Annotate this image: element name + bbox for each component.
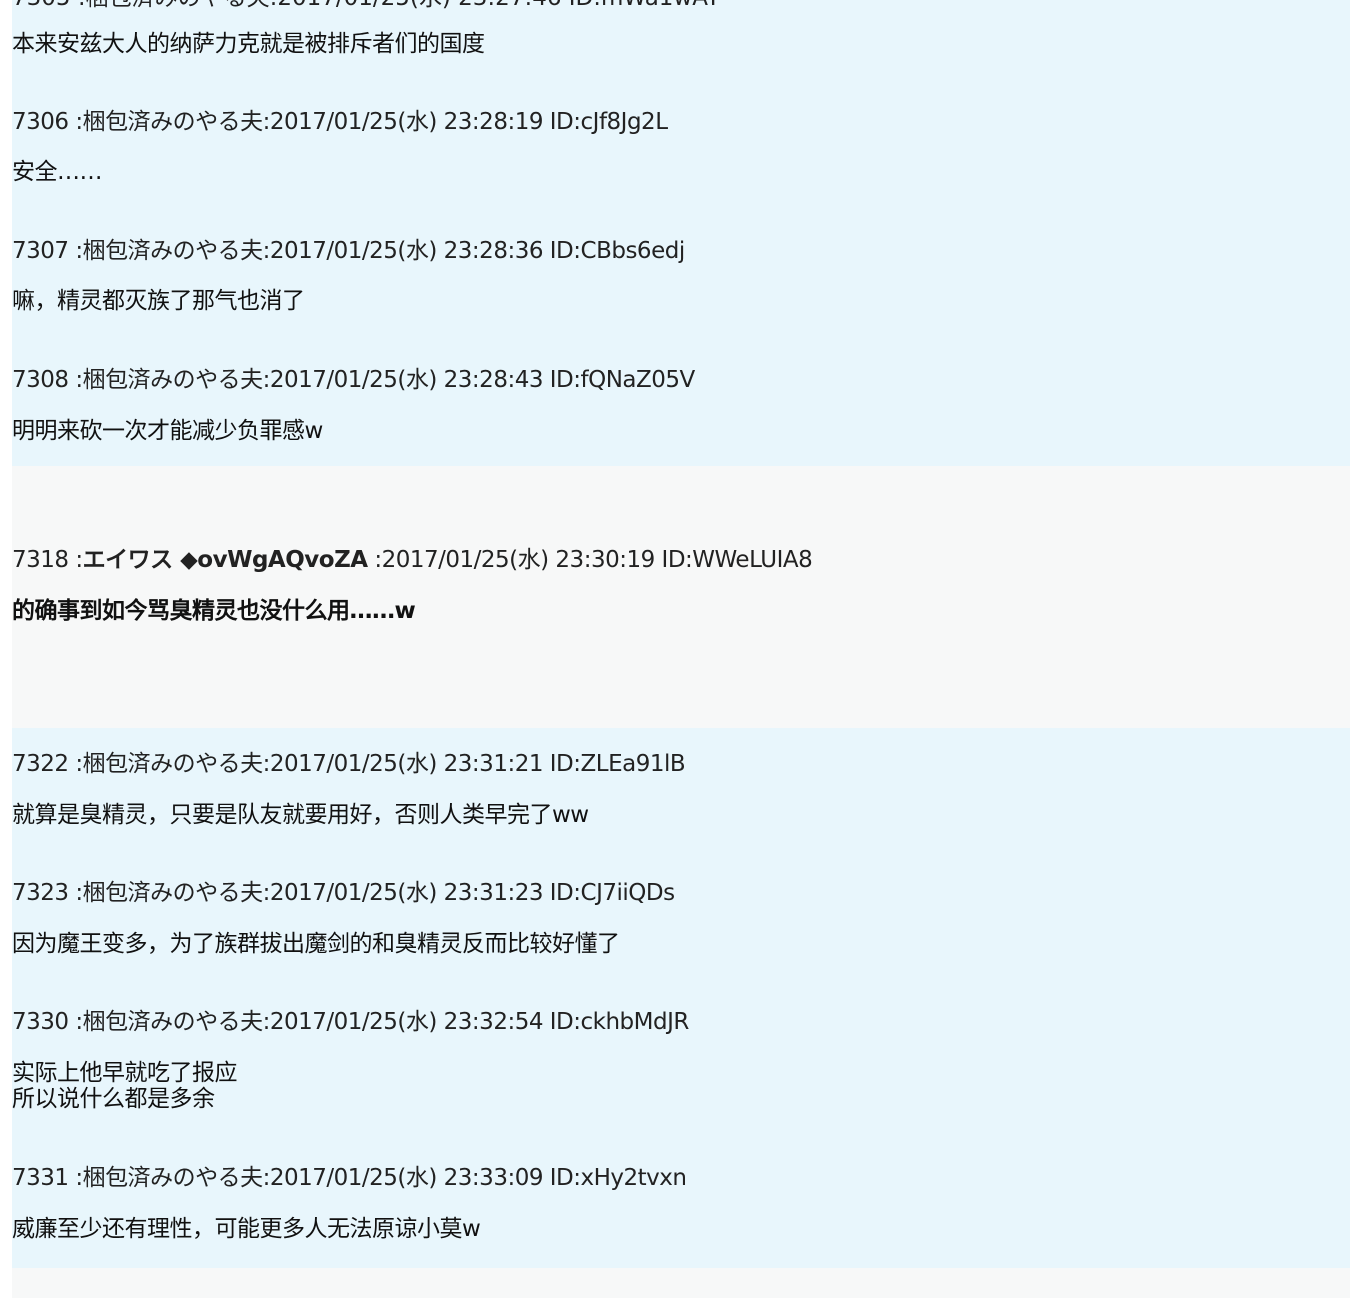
post-group-background <box>12 1268 1350 1298</box>
post-body: 威廉至少还有理性，可能更多人无法原谅小莫w <box>12 1216 481 1242</box>
post-body: 安全…… <box>12 159 103 185</box>
post-header: 7323 :梱包済みのやる夫:2017/01/25(水) 23:31:23 ID… <box>12 880 675 906</box>
post-body: 就算是臭精灵，只要是队友就要用好，否则人类早完了ww <box>12 802 589 828</box>
post-body: 实际上他早就吃了报应 所以说什么都是多余 <box>12 1060 238 1112</box>
post-body: 本来安兹大人的纳萨力克就是被排斥者们的国度 <box>12 31 485 57</box>
post-header: 7331 :梱包済みのやる夫:2017/01/25(水) 23:33:09 ID… <box>12 1165 687 1191</box>
author-name: エイワス ◆ovWgAQvoZA <box>82 547 368 573</box>
post-header: 7305 :梱包済みのやる夫:2017/01/25(水) 23:27:46 ID… <box>12 0 720 12</box>
post-header: 7308 :梱包済みのやる夫:2017/01/25(水) 23:28:43 ID… <box>12 367 695 393</box>
post-header: 7307 :梱包済みのやる夫:2017/01/25(水) 23:28:36 ID… <box>12 238 685 264</box>
post-header: 7330 :梱包済みのやる夫:2017/01/25(水) 23:32:54 ID… <box>12 1009 689 1035</box>
author-post-body: 的确事到如今骂臭精灵也没什么用……w <box>12 598 416 624</box>
post-number: 7318 : <box>12 547 83 573</box>
post-body: 嘛，精灵都灭族了那气也消了 <box>12 288 305 314</box>
author-post-header: 7318 :エイワス ◆ovWgAQvoZA :2017/01/25(水) 23… <box>12 546 813 574</box>
post-group-background <box>12 0 1350 466</box>
post-header: 7322 :梱包済みのやる夫:2017/01/25(水) 23:31:21 ID… <box>12 751 686 777</box>
post-body: 因为魔王变多，为了族群拔出魔剑的和臭精灵反而比较好懂了 <box>12 931 620 957</box>
post-body: 明明来砍一次才能减少负罪感w <box>12 418 323 444</box>
post-meta: :2017/01/25(水) 23:30:19 ID:WWeLUIA8 <box>367 547 813 573</box>
post-header: 7306 :梱包済みのやる夫:2017/01/25(水) 23:28:19 ID… <box>12 109 668 135</box>
